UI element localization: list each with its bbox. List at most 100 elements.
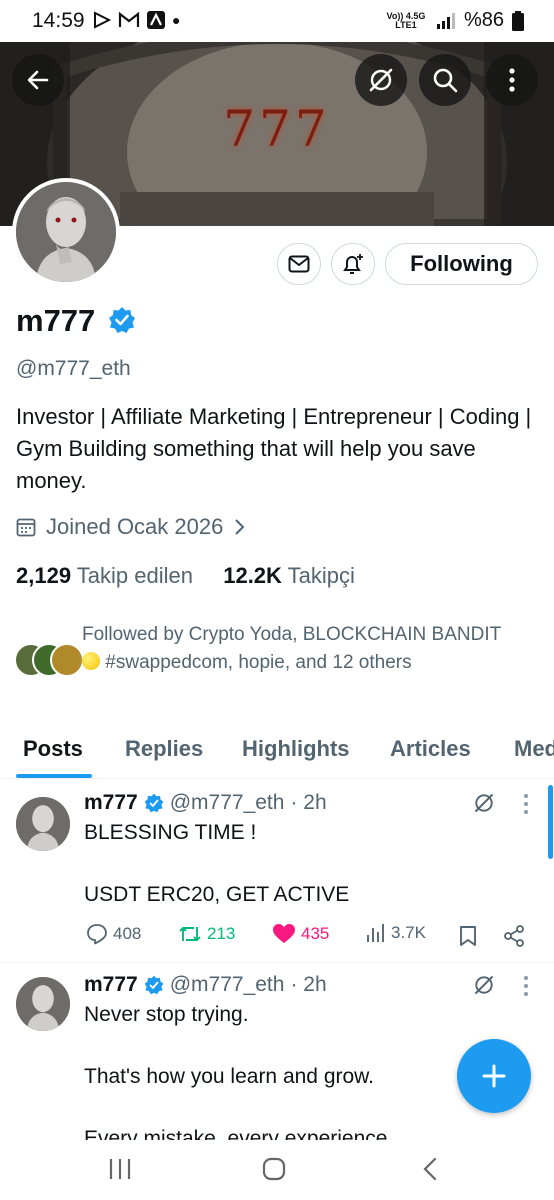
tweet[interactable]: m777 @m777_eth · 2h BLESSING TIME ! USDT… [0, 779, 554, 963]
grok-icon [369, 68, 393, 92]
search-button[interactable] [419, 54, 471, 106]
profile-name-row: m777 [16, 303, 136, 339]
more-vertical-icon[interactable] [522, 975, 530, 997]
chevron-right-icon [235, 519, 245, 535]
android-nav-bar [0, 1140, 554, 1200]
calendar-icon [16, 518, 36, 537]
followers-label: Takipçi [287, 563, 355, 588]
reply-count: 408 [113, 924, 142, 943]
tweet-time: · 2h [290, 973, 327, 996]
back-arrow-icon [27, 70, 49, 90]
notify-button[interactable] [331, 243, 375, 285]
joined-row[interactable]: Joined Ocak 2026 [16, 514, 245, 540]
tweet-author-name[interactable]: m777 [84, 973, 138, 997]
play-icon [94, 11, 112, 29]
tweet-line: USDT ERC20, GET ACTIVE [84, 883, 350, 906]
tweet-header: m777 @m777_eth · 2h [84, 791, 327, 815]
followers-stat[interactable]: 12.2K Takipçi [223, 563, 355, 588]
signal-icon [436, 12, 455, 29]
grok-icon[interactable] [472, 791, 496, 815]
follower-avatar [50, 643, 84, 677]
recent-apps-icon[interactable] [108, 1158, 132, 1180]
followed-by-prefix: Followed by Crypto Yoda, BLOCKCHAIN BAND… [82, 624, 501, 645]
followed-by-suffix: #swappedcom, hopie, and 12 others [105, 652, 412, 673]
like-count: 435 [301, 924, 330, 943]
dot-icon: ● [172, 12, 181, 28]
tweet-line: That's how you learn and grow. [84, 1065, 375, 1088]
grok-button[interactable] [355, 54, 407, 106]
heart-icon [273, 924, 295, 943]
network-label: Vo)) 4.5G LTE1 [386, 10, 426, 30]
avatar-statue-image [16, 797, 70, 851]
like-action[interactable]: 435 [272, 923, 329, 945]
analytics-icon [367, 924, 384, 942]
more-vertical-icon[interactable] [522, 793, 530, 815]
tweet-line: Every mistake, every experience [84, 1127, 388, 1140]
views-action[interactable]: 3.7K [366, 923, 426, 943]
tab-replies[interactable]: Replies [125, 736, 203, 762]
battery-text: %86 [463, 9, 504, 31]
tweet-author-handle: @m777_eth [169, 973, 285, 996]
home-icon[interactable] [262, 1157, 286, 1181]
tweet-line [84, 1092, 387, 1123]
banner-777-text: 777 [223, 100, 331, 158]
back-button[interactable] [12, 54, 64, 106]
tab-media[interactable]: Media [514, 736, 554, 762]
grok-icon[interactable] [472, 973, 496, 997]
following-stat[interactable]: 2,129 Takip edilen [16, 563, 193, 588]
bell-plus-icon [343, 254, 363, 274]
follow-stats: 2,129 Takip edilen 12.2K Takipçi [16, 563, 355, 589]
tweet-text: BLESSING TIME ! USDT ERC20, GET ACTIVE [84, 817, 349, 910]
following-count: 2,129 [16, 563, 72, 588]
active-tab-indicator [16, 774, 92, 778]
tweet-header: m777 @m777_eth · 2h [84, 973, 327, 997]
tweet-author-handle: @m777_eth [169, 791, 285, 814]
bookmark-icon[interactable] [459, 925, 477, 947]
followers-count: 12.2K [223, 563, 282, 588]
tab-highlights[interactable]: Highlights [242, 736, 350, 762]
back-nav-icon[interactable] [422, 1157, 438, 1181]
tweet-avatar[interactable] [16, 977, 70, 1031]
followed-by-avatars[interactable] [14, 643, 84, 677]
plus-icon [482, 1064, 506, 1088]
mail-icon [288, 255, 310, 273]
tweet-line: BLESSING TIME ! [84, 821, 257, 844]
tweet-avatar[interactable] [16, 797, 70, 851]
more-vertical-icon [509, 68, 515, 92]
more-options-button[interactable] [486, 54, 538, 106]
profile-handle: @m777_eth [16, 357, 131, 380]
tweet-text: Never stop trying. That's how you learn … [84, 999, 387, 1140]
gmail-icon [118, 11, 140, 27]
yellow-circle-emoji-icon [82, 652, 100, 670]
battery-icon [512, 10, 524, 31]
profile-bio: Investor | Affiliate Marketing | Entrepr… [16, 404, 532, 493]
status-time: 14:59 [32, 9, 85, 32]
search-icon [433, 68, 458, 93]
status-bar: 14:59 ● Vo)) 4.5G LTE1 %86 [0, 0, 554, 42]
tab-posts[interactable]: Posts [23, 736, 83, 762]
profile-name: m777 [16, 303, 96, 338]
verified-badge-icon [108, 307, 135, 333]
reply-action[interactable]: 408 [86, 923, 141, 945]
tweet-line: Never stop trying. [84, 1003, 249, 1026]
tab-articles[interactable]: Articles [390, 736, 471, 762]
following-label: Takip edilen [76, 563, 193, 588]
tweet-author-name[interactable]: m777 [84, 791, 138, 815]
app-icon [147, 11, 165, 29]
message-button[interactable] [277, 243, 321, 285]
following-button[interactable]: Following [385, 243, 538, 285]
tweet-line [84, 848, 349, 879]
repost-action[interactable]: 213 [178, 923, 235, 945]
tweet-time: · 2h [290, 791, 327, 814]
compose-button[interactable] [457, 1039, 531, 1113]
avatar-statue-image [16, 977, 70, 1031]
profile-avatar[interactable] [12, 178, 120, 286]
share-icon[interactable] [502, 924, 526, 948]
scroll-indicator [548, 785, 553, 859]
status-notification-icons: ● [92, 10, 180, 30]
avatar-statue-image [16, 182, 116, 282]
followed-by-text[interactable]: Followed by Crypto Yoda, BLOCKCHAIN BAND… [82, 621, 522, 677]
verified-badge-icon [144, 793, 164, 813]
reply-icon [87, 924, 107, 945]
repost-count: 213 [207, 924, 236, 943]
